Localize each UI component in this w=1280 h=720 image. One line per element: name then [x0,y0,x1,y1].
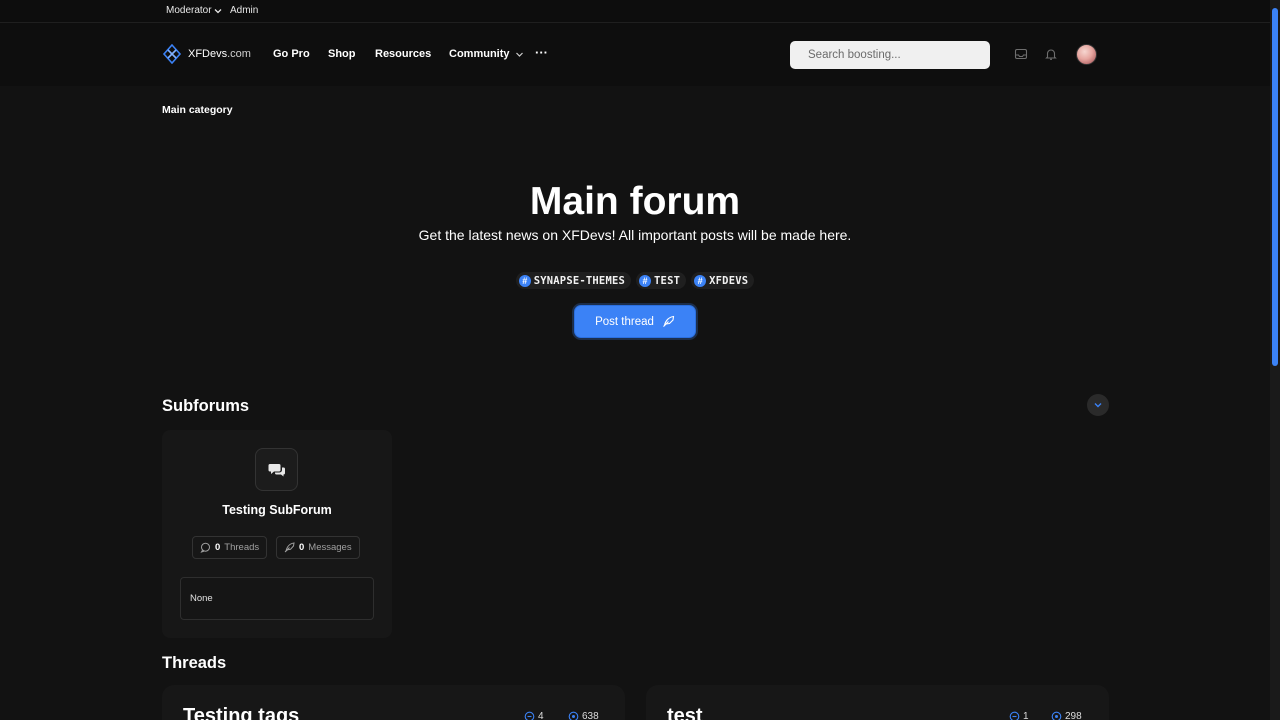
post-thread-button[interactable]: Post thread [574,305,696,338]
messages-count: 0 [299,542,305,553]
eye-icon [568,711,579,720]
nav-more-button[interactable]: ··· [535,45,548,60]
thread-card[interactable]: Testing tags 4 638 [162,685,625,720]
page-scrollbar[interactable] [1270,0,1280,720]
subforum-card: Testing SubForum 0 Threads 0 Messages No… [162,430,392,638]
chevron-down-icon [214,8,222,13]
thread-title[interactable]: Testing tags [183,705,299,720]
nav-link-label: Community [449,48,510,60]
chevron-down-icon [515,52,523,57]
thread-title[interactable]: test [667,705,703,720]
subforum-title[interactable]: Testing SubForum [162,503,392,517]
bell-icon[interactable] [1044,47,1058,61]
logo-suffix: .com [227,48,251,60]
breadcrumb[interactable]: Main category [162,104,233,116]
subforum-last-post: None [180,577,374,620]
moderator-label: Moderator [166,5,212,16]
tag-synapse-themes[interactable]: # SYNAPSE-THEMES [515,272,632,289]
replies-count: 4 [538,711,544,720]
tag-label: XFDEVS [709,274,749,287]
moderator-menu[interactable]: Moderator [166,5,222,16]
eye-icon [1051,711,1062,720]
forum-description: Get the latest news on XFDevs! All impor… [418,227,852,243]
nav-link-resources[interactable]: Resources [375,48,431,60]
views-count: 298 [1065,711,1082,720]
subforum-messages-stat: 0 Messages [276,536,360,559]
user-avatar[interactable] [1076,44,1097,65]
admin-label: Admin [230,5,259,16]
chat-bubbles-icon [268,463,285,476]
replies-icon [524,711,535,720]
nav-link-go-pro[interactable]: Go Pro [273,48,310,60]
more-icon: ··· [535,45,548,60]
site-logo[interactable]: XFDevs.com [162,44,251,64]
threads-count: 0 [215,542,221,553]
page-title: Main forum [529,180,741,223]
replies-icon [1009,711,1020,720]
messages-label: Messages [308,542,352,553]
tag-list: # SYNAPSE-THEMES # TEST # XFDEVS [0,272,1270,289]
subforum-threads-stat: 0 Threads [192,536,268,559]
scrollbar-thumb[interactable] [1272,8,1278,366]
tag-label: SYNAPSE-THEMES [533,274,626,287]
nav-link-community[interactable]: Community [449,48,524,60]
hash-icon: # [694,274,707,287]
post-thread-label: Post thread [595,315,654,328]
comment-icon [200,542,210,553]
threads-label: Threads [224,542,260,553]
admin-link[interactable]: Admin [230,5,258,16]
threads-heading: Threads [162,654,227,672]
logo-text: XFDevs.com [188,48,251,60]
thread-views-stat: 638 [568,711,599,720]
feather-pen-icon [663,315,675,328]
nav-link-label: Go Pro [273,48,310,60]
subforums-heading: Subforums [162,397,250,415]
hash-icon: # [639,274,652,287]
replies-count: 1 [1023,711,1029,720]
feather-pen-icon [284,542,295,553]
main-navbar: XFDevs.com Go Pro Shop Resources Communi… [0,23,1270,86]
thread-card[interactable]: test 1 298 [646,685,1109,720]
inbox-icon[interactable] [1014,47,1028,61]
tag-label: TEST [654,274,681,287]
thread-replies-stat: 1 [1009,711,1029,720]
search-input[interactable] [790,41,990,69]
logo-name: XFDevs [188,48,228,60]
subforum-icon-box [255,448,298,491]
nav-link-shop[interactable]: Shop [328,48,356,60]
thread-views-stat: 298 [1051,711,1082,720]
xfdevs-logo-icon [162,44,182,64]
thread-replies-stat: 4 [524,711,544,720]
chevron-down-icon [1094,403,1102,408]
tag-test[interactable]: # TEST [636,272,687,289]
views-count: 638 [582,711,599,720]
nav-link-label: Resources [375,48,432,60]
hash-icon: # [518,274,531,287]
nav-link-label: Shop [328,48,356,60]
collapse-subforums-button[interactable] [1087,394,1109,416]
top-utility-bar: Moderator Admin [0,0,1270,23]
tag-xfdevs[interactable]: # XFDEVS [691,272,755,289]
